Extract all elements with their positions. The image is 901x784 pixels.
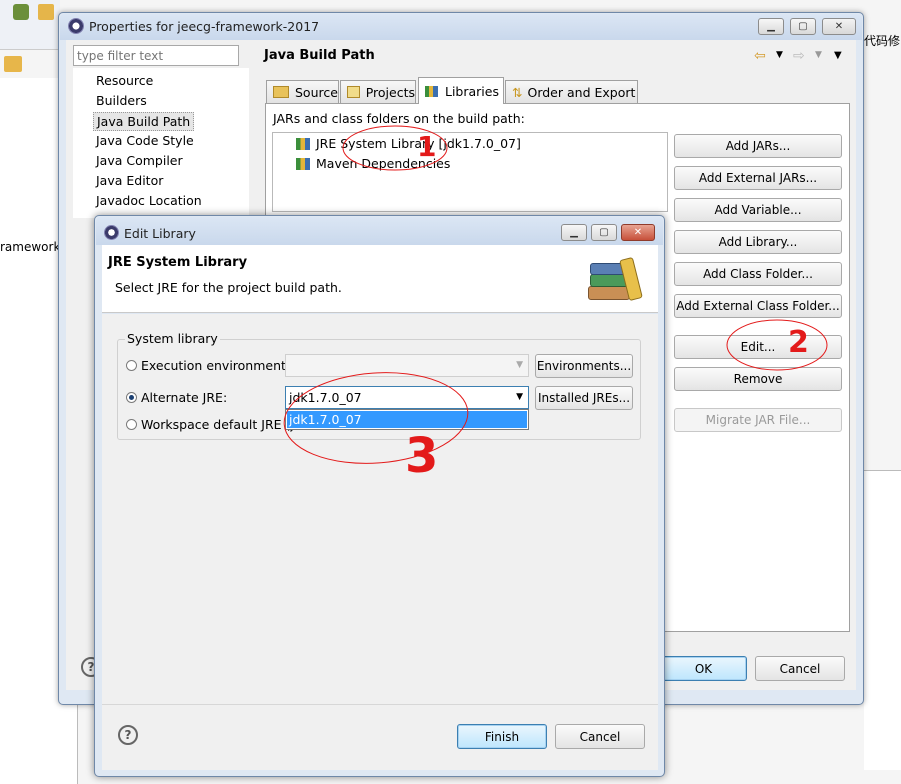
back-arrow-icon[interactable]: ⇦ xyxy=(754,48,766,64)
header-description: Select JRE for the project build path. xyxy=(115,280,342,295)
forward-arrow-icon[interactable]: ⇨ xyxy=(793,48,805,64)
alternate-jre-label: Alternate JRE: xyxy=(141,390,228,405)
execution-env-radio[interactable] xyxy=(126,360,137,371)
chevron-down-icon: ▼ xyxy=(516,360,523,370)
add-jars-button[interactable]: Add JARs... xyxy=(674,134,842,158)
help-icon[interactable]: ? xyxy=(118,725,138,745)
right-panel xyxy=(864,470,901,770)
back-menu-chevron-icon[interactable]: ▼ xyxy=(776,50,783,60)
close-icon[interactable]: ✕ xyxy=(822,18,856,35)
library-icon xyxy=(296,157,310,170)
remove-button[interactable]: Remove xyxy=(674,367,842,391)
tree-item-java-code-style[interactable]: Java Code Style xyxy=(96,133,194,148)
folder-icon xyxy=(273,86,289,98)
tree-item-java-build-path[interactable]: Java Build Path xyxy=(93,112,195,131)
library-icon xyxy=(296,137,310,150)
tree-item-resource[interactable]: Resource xyxy=(96,73,153,88)
alternate-jre-select[interactable]: jdk1.7.0_07 ▼ xyxy=(285,386,529,409)
add-external-class-folder-button[interactable]: Add External Class Folder... xyxy=(674,294,842,318)
filter-input[interactable] xyxy=(73,45,239,66)
tree-item-builders[interactable]: Builders xyxy=(96,93,147,108)
migrate-jar-button[interactable]: Migrate JAR File... xyxy=(674,408,842,432)
page-title: Java Build Path xyxy=(264,48,375,63)
execution-env-label: Execution environment: xyxy=(141,358,291,373)
alternate-jre-radio[interactable] xyxy=(126,392,137,403)
dropdown-option-jdk[interactable]: jdk1.7.0_07 xyxy=(287,411,527,428)
forward-menu-chevron-icon[interactable]: ▼ xyxy=(815,50,822,60)
tab-projects[interactable]: Projects xyxy=(340,80,416,103)
properties-window-controls: ▁ ▢ ✕ xyxy=(758,18,858,36)
eclipse-icon xyxy=(104,225,119,240)
tab-order-export[interactable]: ⇅ Order and Export xyxy=(505,80,638,103)
tab-libraries[interactable]: Libraries xyxy=(418,77,504,104)
left-partial-text: ramework] xyxy=(0,240,66,254)
jre-dropdown-list: jdk1.7.0_07 xyxy=(285,409,529,430)
add-external-jars-button[interactable]: Add External JARs... xyxy=(674,166,842,190)
toolbar-icon-1[interactable] xyxy=(13,4,29,20)
libraries-label: JARs and class folders on the build path… xyxy=(273,111,525,126)
eclipse-icon xyxy=(68,18,84,34)
execution-env-select[interactable]: ▼ xyxy=(285,354,529,377)
annotation-number-2: 2 xyxy=(788,325,809,360)
chevron-down-icon: ▼ xyxy=(516,392,523,402)
add-library-button[interactable]: Add Library... xyxy=(674,230,842,254)
minimize-icon[interactable]: ▁ xyxy=(561,224,587,241)
workspace-default-radio[interactable] xyxy=(126,419,137,430)
finish-button[interactable]: Finish xyxy=(457,724,547,749)
minimize-icon[interactable]: ▁ xyxy=(758,18,784,35)
environments-button[interactable]: Environments... xyxy=(535,354,633,378)
properties-cancel-button[interactable]: Cancel xyxy=(755,656,845,681)
view-menu-icon[interactable]: ▼ xyxy=(834,50,842,61)
edit-library-title: Edit Library xyxy=(124,226,196,241)
tree-item-java-compiler[interactable]: Java Compiler xyxy=(96,153,183,168)
toolbar-icon-2[interactable] xyxy=(38,4,54,20)
library-icon xyxy=(425,85,438,97)
maximize-icon[interactable]: ▢ xyxy=(591,224,617,241)
edit-library-cancel-button[interactable]: Cancel xyxy=(555,724,645,749)
order-export-icon: ⇅ xyxy=(512,84,523,100)
add-variable-button[interactable]: Add Variable... xyxy=(674,198,842,222)
header-title: JRE System Library xyxy=(108,255,248,270)
close-icon[interactable]: ✕ xyxy=(621,224,655,241)
edit-library-window-controls: ▁ ▢ ✕ xyxy=(561,224,657,242)
group-label: System library xyxy=(125,331,220,346)
tab-source[interactable]: Source xyxy=(266,80,339,103)
annotation-number-1: 1 xyxy=(417,130,437,163)
edit-button[interactable]: Edit... xyxy=(674,335,842,359)
add-class-folder-button[interactable]: Add Class Folder... xyxy=(674,262,842,286)
tree-item-javadoc-location[interactable]: Javadoc Location xyxy=(96,193,202,208)
workspace-default-label: Workspace default JRE (j xyxy=(141,417,294,432)
right-partial-text: 代码修 xyxy=(864,34,901,48)
ok-button[interactable]: OK xyxy=(660,656,747,681)
tree-item-java-editor[interactable]: Java Editor xyxy=(96,173,163,188)
maximize-icon[interactable]: ▢ xyxy=(790,18,816,35)
annotation-number-3: 3 xyxy=(405,428,439,484)
properties-title: Properties for jeecg-framework-2017 xyxy=(89,19,320,34)
alternate-jre-value: jdk1.7.0_07 xyxy=(289,390,362,405)
installed-jres-button[interactable]: Installed JREs... xyxy=(535,386,633,410)
library-entry-jre[interactable]: JRE System Library [jdk1.7.0_07] xyxy=(296,136,521,151)
back-nav-icon[interactable] xyxy=(4,56,22,72)
library-books-icon xyxy=(586,256,643,302)
project-icon xyxy=(347,86,360,98)
